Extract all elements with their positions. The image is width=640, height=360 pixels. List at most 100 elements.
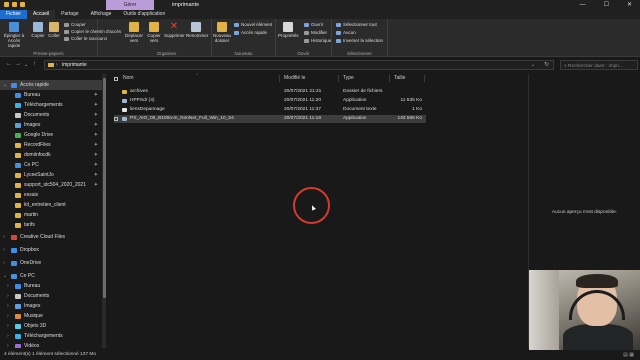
nav-item[interactable]: Ce PC ✦ [0, 160, 102, 170]
history-button[interactable]: Historique [304, 38, 331, 43]
nav-item[interactable]: Bureau ✦ [0, 90, 102, 100]
nav-item[interactable]: ⌄ Ce PC [0, 271, 102, 281]
select-all-button[interactable]: Sélectionner tout [336, 22, 377, 27]
nav-item[interactable]: Images ✦ [0, 120, 102, 130]
nav-item[interactable]: › OneDrive [0, 258, 102, 268]
nav-item[interactable]: kit_entretien_client [0, 200, 102, 210]
close-button[interactable]: ✕ [627, 0, 632, 10]
file-row[interactable]: HPPSdr (4) 20/07/2021 11:20 Application 11 … [114, 97, 426, 105]
pin-icon[interactable]: ✦ [94, 140, 98, 150]
pin-icon[interactable]: ✦ [94, 90, 98, 100]
nav-item[interactable]: RecordFiles ✦ [0, 140, 102, 150]
address-bar[interactable]: › imprimante ⌄ ↻ [44, 60, 554, 70]
properties-icon[interactable] [12, 2, 17, 7]
delete-button[interactable]: ✕ Supprimer [164, 22, 185, 39]
nav-item[interactable]: martin [0, 210, 102, 220]
refresh-icon[interactable]: ↻ [544, 61, 549, 68]
nav-item[interactable]: tarifs [0, 220, 102, 230]
nav-scrollbar[interactable] [102, 74, 106, 348]
open-button[interactable]: Ouvrir [304, 22, 323, 27]
nav-item[interactable]: › Musique [0, 311, 102, 321]
nav-quick-access[interactable]: ⌄ Accès rapide [0, 80, 102, 90]
nav-item[interactable]: LyceeSaintJo ✦ [0, 170, 102, 180]
edit-button[interactable]: Modifier [304, 30, 327, 35]
easy-access-button[interactable]: Accès rapide [234, 30, 267, 35]
rename-button[interactable]: Renommer [186, 22, 208, 38]
chevron-icon[interactable]: › [3, 232, 5, 242]
search-input[interactable]: ⌕ Rechercher dans : impri... [560, 60, 638, 70]
nav-item[interactable]: › Images [0, 301, 102, 311]
pin-quick-access-button[interactable]: Épingler à Accès rapide [2, 22, 26, 48]
breadcrumb-chevron-icon[interactable]: › [56, 62, 58, 68]
nav-item[interactable]: › Documents [0, 291, 102, 301]
nav-item[interactable]: Google Drive ✦ [0, 130, 102, 140]
select-none-button[interactable]: Aucun [336, 30, 356, 35]
pin-icon[interactable]: ✦ [94, 110, 98, 120]
pin-icon[interactable]: ✦ [94, 160, 98, 170]
chevron-icon[interactable]: › [3, 245, 5, 255]
manage-context-tab[interactable]: Gérer [106, 0, 154, 10]
properties-button[interactable]: Propriétés [278, 22, 299, 38]
nav-item[interactable]: › Creative Cloud Files [0, 232, 102, 242]
column-header-name[interactable]: Nom [123, 75, 134, 83]
address-path[interactable]: imprimante [62, 62, 87, 68]
view-toggle-icons[interactable]: ▤ ▦ [623, 350, 634, 360]
move-to-button[interactable]: Déplacer vers [124, 22, 144, 43]
nav-item[interactable]: Documents ✦ [0, 110, 102, 120]
nav-scrollbar-thumb[interactable] [102, 78, 106, 298]
up-arrow-icon[interactable]: ↑ [33, 61, 36, 67]
pin-icon[interactable]: ✦ [94, 170, 98, 180]
chevron-icon[interactable]: › [3, 258, 5, 268]
column-separator[interactable] [424, 75, 425, 82]
column-header-type[interactable]: Type [343, 75, 354, 83]
nav-item[interactable]: domiinfocdk ✦ [0, 150, 102, 160]
pin-icon[interactable]: ✦ [94, 100, 98, 110]
row-checkbox[interactable] [114, 117, 118, 121]
tab-application-tools[interactable]: Outils d'application [117, 10, 171, 19]
minimize-button[interactable]: — [580, 0, 586, 10]
new-item-button[interactable]: Nouvel élément [234, 22, 272, 27]
chevron-icon[interactable]: › [7, 281, 9, 291]
new-folder-icon[interactable] [20, 2, 25, 7]
file-row[interactable]: liensDepannage 20/07/2021 11:37 Document t… [114, 106, 426, 114]
chevron-icon[interactable]: › [7, 331, 9, 341]
nav-item[interactable]: essais [0, 190, 102, 200]
pin-icon[interactable]: ✦ [94, 150, 98, 160]
file-row[interactable]: PS_AIO_06_B109a-m_NonNet_Full_Win_10_64 2… [114, 115, 426, 123]
column-header-modified[interactable]: Modifié le [284, 75, 305, 83]
chevron-icon[interactable]: › [7, 341, 9, 348]
nav-item[interactable]: › Objets 3D [0, 321, 102, 331]
new-folder-button[interactable]: Nouveau dossier [212, 22, 232, 43]
chevron-icon[interactable]: › [7, 311, 9, 321]
recent-locations-chevron-icon[interactable]: ⌄ [24, 62, 28, 68]
tab-share[interactable]: Partage [55, 10, 85, 19]
tab-view[interactable]: Affichage [85, 10, 118, 19]
column-separator[interactable] [279, 75, 280, 82]
nav-item[interactable]: support_stc504_2020_2021 ✦ [0, 180, 102, 190]
chevron-icon[interactable]: › [7, 301, 9, 311]
nav-item[interactable]: › Bureau [0, 281, 102, 291]
select-all-checkbox[interactable] [114, 77, 118, 81]
nav-item[interactable]: › Téléchargements [0, 331, 102, 341]
tab-file[interactable]: Fichier [0, 10, 28, 19]
paste-shortcut-button[interactable]: Coller le raccourci [64, 36, 107, 41]
tab-home[interactable]: Accueil [27, 10, 56, 19]
file-row[interactable]: archives 20/07/2021 21:21 Dossier de fichi… [114, 88, 426, 96]
nav-item[interactable]: › Vidéos [0, 341, 102, 348]
address-dropdown-icon[interactable]: ⌄ [531, 62, 535, 68]
chevron-down-icon[interactable]: ⌄ [3, 80, 7, 90]
invert-selection-button[interactable]: Inverser la sélection [336, 38, 383, 43]
copy-path-button[interactable]: Copier le chemin d'accès [64, 29, 121, 34]
column-separator[interactable] [338, 75, 339, 82]
column-separator[interactable] [389, 75, 390, 82]
pin-icon[interactable]: ✦ [94, 180, 98, 190]
nav-item[interactable]: Téléchargements ✦ [0, 100, 102, 110]
cut-button[interactable]: Couper [64, 22, 86, 27]
pin-icon[interactable]: ✦ [94, 130, 98, 140]
forward-arrow-icon[interactable]: → [15, 61, 21, 67]
chevron-icon[interactable]: › [7, 291, 9, 301]
quick-access-toolbar[interactable] [4, 2, 25, 7]
chevron-icon[interactable]: ⌄ [3, 271, 7, 281]
column-header-size[interactable]: Taille [394, 75, 405, 83]
paste-button[interactable]: Coller [44, 22, 64, 38]
